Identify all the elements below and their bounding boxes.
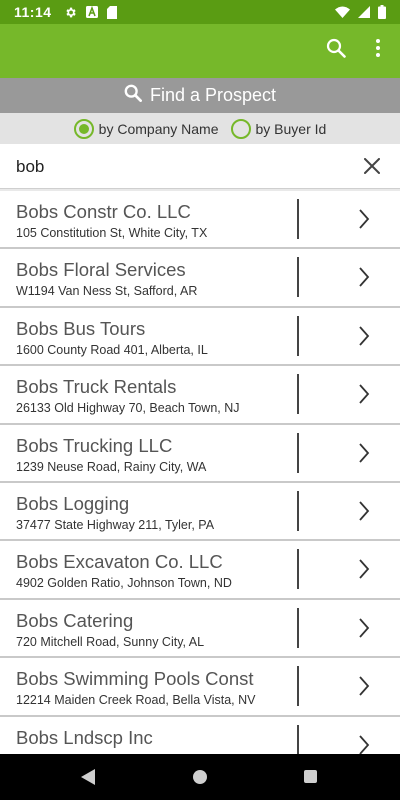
divider: [297, 490, 299, 531]
gear-icon: [64, 6, 77, 19]
divider: [297, 257, 299, 298]
radio-buyer-id[interactable]: by Buyer Id: [230, 118, 327, 139]
company-name: Bobs Swimming Pools Const: [16, 668, 254, 690]
divider: [297, 199, 299, 239]
sd-card-icon: [106, 5, 117, 19]
divider: [297, 549, 299, 590]
chevron-right-icon[interactable]: [357, 617, 371, 639]
company-address: 37477 State Highway 211, Tyler, PA: [16, 517, 215, 532]
battery-icon: [378, 5, 386, 19]
chevron-right-icon[interactable]: [357, 266, 371, 288]
company-address: 1600 County Road 401, Alberta, IL: [16, 342, 208, 357]
divider: [297, 666, 299, 707]
list-item[interactable]: Bobs Trucking LLC 1239 Neuse Road, Rainy…: [0, 424, 400, 483]
company-address: 26133 Old Highway 70, Beach Town, NJ: [16, 401, 240, 416]
company-name: Bobs Floral Services: [16, 259, 186, 281]
company-name: Bobs Excavaton Co. LLC: [16, 551, 223, 573]
divider: [297, 315, 299, 356]
chevron-right-icon[interactable]: [357, 325, 371, 347]
home-icon[interactable]: [193, 770, 207, 784]
divider: [297, 432, 299, 473]
radio-company-name-label: by Company Name: [98, 120, 219, 137]
chevron-right-icon[interactable]: [357, 208, 371, 230]
signal-icon: [358, 6, 370, 18]
divider: [297, 374, 299, 415]
list-item[interactable]: Bobs Truck Rentals 26133 Old Highway 70,…: [0, 366, 400, 425]
results-list: Bobs Constr Co. LLC 105 Constitution St,…: [0, 191, 400, 754]
more-vert-icon[interactable]: [370, 38, 386, 62]
company-address: W1194 Van Ness St, Safford, AR: [16, 284, 198, 299]
list-item[interactable]: Bobs Logging 37477 State Highway 211, Ty…: [0, 482, 400, 542]
status-time: 11:14: [14, 4, 52, 20]
chevron-right-icon[interactable]: [357, 383, 371, 405]
company-name: Bobs Truck Rentals: [16, 376, 177, 398]
recents-icon[interactable]: [304, 770, 317, 783]
radio-company-name[interactable]: by Company Name: [73, 118, 219, 139]
search-icon[interactable]: [326, 38, 350, 62]
list-item[interactable]: Bobs Excavaton Co. LLC 4902 Golden Ratio…: [0, 541, 400, 600]
search-field[interactable]: bob: [0, 144, 400, 189]
company-address: 1239 Neuse Road, Rainy City, WA: [16, 459, 207, 474]
company-name: Bobs Constr Co. LLC: [16, 201, 191, 222]
close-icon[interactable]: [364, 158, 382, 176]
find-prospect-label: Find a Prospect: [149, 85, 277, 105]
list-item[interactable]: Bobs Catering 720 Mitchell Road, Sunny C…: [0, 599, 400, 659]
radio-selected-icon: [73, 118, 94, 139]
list-item[interactable]: Bobs Swimming Pools Const 12214 Maiden C…: [0, 658, 400, 717]
company-address: 720 Mitchell Road, Sunny City, AL: [16, 634, 205, 649]
search-icon: [124, 84, 142, 107]
chevron-right-icon[interactable]: [357, 734, 371, 754]
company-name: Bobs Logging: [16, 492, 130, 514]
company-name: Bobs Catering: [16, 609, 134, 631]
radio-unselected-icon: [230, 118, 251, 139]
divider: [297, 724, 299, 754]
app-bar: [0, 24, 400, 78]
system-nav-bar: [0, 754, 400, 800]
chevron-right-icon[interactable]: [357, 500, 371, 522]
chevron-right-icon[interactable]: [357, 442, 371, 464]
search-mode-group: by Company Name by Buyer Id: [0, 113, 400, 144]
list-item[interactable]: Bobs Bus Tours 1600 County Road 401, Alb…: [0, 307, 400, 367]
chevron-right-icon[interactable]: [357, 675, 371, 697]
chevron-right-icon[interactable]: [357, 558, 371, 580]
list-item[interactable]: Bobs Constr Co. LLC 105 Constitution St,…: [0, 191, 400, 250]
divider: [297, 607, 299, 648]
company-name: Bobs Lndscp Inc: [16, 726, 153, 748]
radio-buyer-id-label: by Buyer Id: [255, 120, 327, 137]
list-item[interactable]: Bobs Floral Services W1194 Van Ness St, …: [0, 249, 400, 308]
find-prospect-header[interactable]: Find a Prospect: [0, 78, 400, 113]
status-bar: 11:14: [0, 0, 400, 24]
company-address: 105 Constitution St, White City, TX: [16, 226, 208, 240]
company-address: 4902 Golden Ratio, Johnson Town, ND: [16, 576, 232, 591]
search-input[interactable]: bob: [16, 157, 44, 177]
back-icon[interactable]: [81, 769, 95, 790]
company-name: Bobs Trucking LLC: [16, 434, 173, 456]
a-icon: [85, 6, 98, 18]
list-item[interactable]: Bobs Lndscp Inc: [0, 716, 400, 754]
company-name: Bobs Bus Tours: [16, 317, 146, 339]
wifi-icon: [335, 6, 350, 18]
company-address: 12214 Maiden Creek Road, Bella Vista, NV: [16, 693, 256, 708]
